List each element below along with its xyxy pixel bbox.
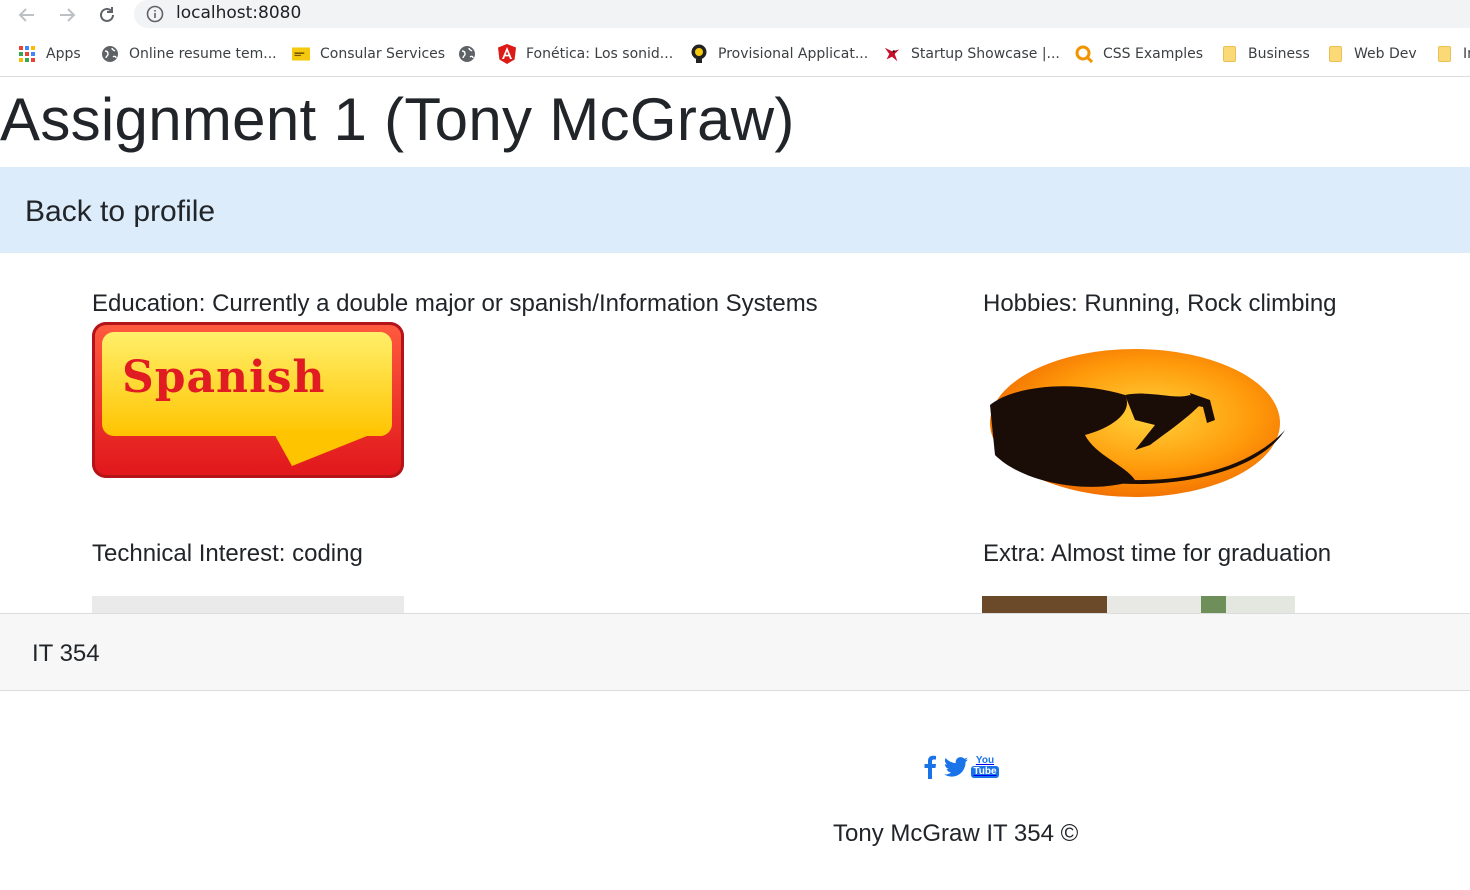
bookmark-label: Apps	[46, 46, 81, 62]
bookmark-label: Provisional Applicat...	[718, 46, 869, 62]
bookmarks-bar: Apps Online resume tem... Consular Servi…	[0, 30, 1470, 77]
back-button[interactable]	[14, 2, 40, 28]
footer-course-label: IT 354	[32, 640, 100, 667]
rock-climbing-image	[990, 349, 1285, 497]
technical-interest-title: Technical Interest: coding	[92, 540, 363, 567]
reload-icon	[100, 7, 114, 22]
folder-icon	[1435, 45, 1453, 63]
bookmark-label: Consular Services	[320, 46, 446, 62]
youtube-tube-text: Tube	[971, 766, 999, 778]
folder-icon	[1220, 45, 1238, 63]
info-icon	[146, 5, 164, 23]
bookmark-online-resume[interactable]: Online resume tem...	[101, 43, 277, 65]
apps-grid-icon	[18, 45, 36, 63]
spanish-image: Spanish	[92, 322, 404, 478]
copyright-text: Tony McGraw IT 354 ©	[833, 820, 1079, 847]
bookmark-label: Startup Showcase |...	[911, 46, 1060, 62]
search-orange-icon	[1075, 45, 1093, 63]
youtube-icon[interactable]: You Tube	[971, 753, 999, 781]
lightbulb-icon	[690, 44, 708, 63]
url-text: localhost:8080	[176, 3, 302, 23]
footer-bar: IT 354	[0, 613, 1470, 691]
arrow-right-icon	[60, 8, 76, 22]
globe-icon	[101, 45, 119, 63]
bookmark-globe[interactable]	[458, 43, 486, 65]
twitter-icon[interactable]	[943, 753, 969, 781]
bookmark-label: Web Dev	[1354, 46, 1417, 62]
hobbies-title: Hobbies: Running, Rock climbing	[983, 290, 1337, 317]
bookmark-apps[interactable]: Apps	[18, 43, 81, 65]
cardinal-icon	[883, 45, 901, 63]
arrow-left-icon	[18, 8, 34, 22]
facebook-icon[interactable]	[922, 753, 938, 781]
youtube-you-text: You	[975, 755, 995, 766]
bookmark-web-dev[interactable]: Web Dev	[1326, 43, 1417, 65]
consular-icon	[292, 45, 310, 63]
angular-icon	[498, 44, 516, 64]
bookmark-business[interactable]: Business	[1220, 43, 1310, 65]
address-bar[interactable]: localhost:8080	[134, 0, 1470, 28]
bookmark-label: Business	[1248, 46, 1310, 62]
bookmark-startup-showcase[interactable]: Startup Showcase |...	[883, 43, 1060, 65]
profile-nav-bar: Back to profile	[0, 167, 1470, 253]
browser-toolbar: localhost:8080	[0, 0, 1470, 30]
bookmark-css-examples[interactable]: CSS Examples	[1075, 43, 1203, 65]
bookmark-fonetica[interactable]: Fonética: Los sonid...	[498, 43, 673, 65]
speech-bubble-tail	[272, 430, 382, 466]
bookmark-label: CSS Examples	[1103, 46, 1204, 62]
page-title: Assignment 1 (Tony McGraw)	[0, 86, 795, 153]
bookmark-in[interactable]: In	[1435, 43, 1470, 65]
folder-icon	[1326, 45, 1344, 63]
bookmark-provisional[interactable]: Provisional Applicat...	[690, 43, 868, 65]
spanish-image-text: Spanish	[122, 352, 326, 403]
back-to-profile-link[interactable]: Back to profile	[25, 195, 215, 229]
bookmark-consular-services[interactable]: Consular Services	[292, 43, 445, 65]
globe-icon	[458, 45, 476, 63]
bookmark-label: Online resume tem...	[129, 46, 277, 62]
reload-button[interactable]	[94, 2, 120, 28]
bookmark-label: In	[1463, 46, 1470, 62]
extra-title: Extra: Almost time for graduation	[983, 540, 1332, 567]
bookmark-label: Fonética: Los sonid...	[526, 46, 674, 62]
forward-button[interactable]	[54, 2, 80, 28]
education-title: Education: Currently a double major or s…	[92, 290, 818, 317]
